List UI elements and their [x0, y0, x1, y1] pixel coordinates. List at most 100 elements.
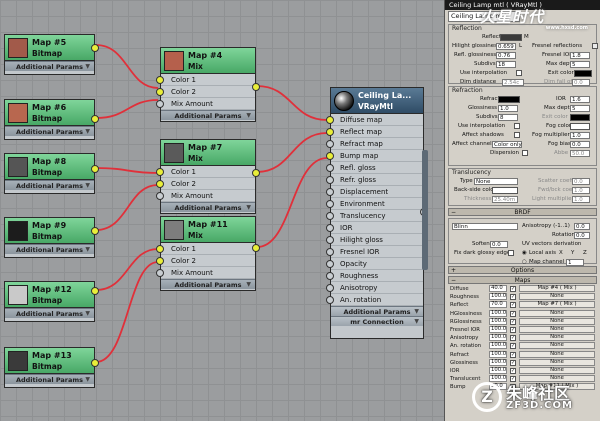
canvas-scroll-indicator[interactable] — [422, 150, 428, 270]
additional-params-rollout[interactable]: Additional Params ▼ — [5, 308, 94, 318]
additional-params-rollout[interactable]: Additional Params ▼ — [5, 180, 94, 190]
input-color2[interactable]: Color 2 — [156, 86, 255, 98]
input-mix-amount[interactable]: Mix Amount — [156, 190, 255, 202]
input-color1[interactable]: Color 1 — [156, 243, 255, 255]
map-amount-spinner[interactable]: 100.0 — [489, 309, 507, 317]
refr-glossiness-spinner[interactable]: 1.0 — [498, 105, 518, 112]
map-enable-checkbox[interactable]: ✓ — [510, 294, 516, 301]
brdf-type-dropdown[interactable]: Blinn — [452, 223, 518, 230]
map-slot-button[interactable]: None — [519, 358, 595, 366]
additional-params-rollout[interactable]: Additional Params ▼ — [5, 126, 94, 136]
refr-subdivs-spinner[interactable]: 8 — [498, 114, 518, 121]
map-slot-button[interactable]: Map #7 ( Mix ) — [519, 301, 595, 309]
input-mix-amount[interactable]: Mix Amount — [156, 267, 255, 279]
affect-channels-dropdown[interactable]: Color only — [492, 141, 522, 148]
fwd-bck-coeff-spinner[interactable]: 1.0 — [572, 187, 590, 194]
refr-max-depth-spinner[interactable]: 5 — [570, 105, 590, 112]
map-enable-checkbox[interactable]: ✓ — [510, 367, 516, 374]
map-enable-checkbox[interactable]: ✓ — [510, 359, 516, 366]
axis-y-button[interactable]: Y — [571, 249, 574, 258]
hilight-glossiness-spinner[interactable]: 0.659 — [496, 43, 516, 50]
map-slot-button[interactable]: None — [519, 325, 595, 333]
input-socket[interactable] — [156, 168, 164, 176]
thickness-spinner[interactable]: 25.40m — [492, 196, 518, 203]
node-editor-canvas[interactable]: Map #5 Bitmap Additional Params ▼ Map #6 … — [0, 0, 444, 421]
slot-refr-gloss[interactable]: Refr. gloss — [326, 174, 423, 186]
input-socket[interactable] — [156, 180, 164, 188]
map-amount-spinner[interactable]: 100.0 — [489, 350, 507, 358]
input-color1[interactable]: Color 1 — [156, 166, 255, 178]
slot-ior[interactable]: IOR — [326, 222, 423, 234]
dim-falloff-spinner[interactable]: 0.0 — [572, 79, 590, 86]
scatter-coeff-spinner[interactable]: 0.0 — [572, 178, 590, 185]
input-socket[interactable] — [326, 248, 334, 256]
mix-node-map4[interactable]: Map #4 Mix Color 1 Color 2 Mix Amount Ad… — [156, 47, 260, 122]
slot-fresnel-ior[interactable]: Fresnel IOR — [326, 246, 423, 258]
output-socket[interactable] — [91, 359, 99, 367]
input-socket[interactable] — [326, 236, 334, 244]
backside-color-swatch[interactable] — [492, 187, 518, 194]
input-socket[interactable] — [156, 269, 164, 277]
input-socket[interactable] — [156, 192, 164, 200]
reflect-color-swatch[interactable] — [500, 34, 522, 41]
bitmap-node-map6[interactable]: Map #6 Bitmap Additional Params ▼ — [4, 99, 99, 140]
input-socket[interactable] — [326, 152, 334, 160]
refract-color-swatch[interactable] — [498, 96, 520, 103]
output-socket[interactable] — [252, 83, 260, 91]
additional-params-rollout[interactable]: Additional Params ▼ — [5, 374, 94, 384]
input-socket[interactable] — [326, 212, 334, 220]
map-channel-spinner[interactable]: 1 — [566, 259, 584, 266]
input-color2[interactable]: Color 2 — [156, 178, 255, 190]
slot-diffuse-map[interactable]: Diffuse map — [326, 114, 423, 126]
input-socket[interactable] — [156, 76, 164, 84]
map-enable-checkbox[interactable]: ✓ — [510, 318, 516, 325]
input-mix-amount[interactable]: Mix Amount — [156, 98, 255, 110]
output-socket[interactable] — [252, 169, 260, 177]
fog-bias-spinner[interactable]: 0.0 — [570, 141, 590, 148]
output-socket[interactable] — [252, 244, 260, 252]
map-amount-spinner[interactable]: 100.0 — [489, 334, 507, 342]
exit-color-swatch[interactable] — [574, 70, 592, 77]
map-enable-checkbox[interactable]: ✓ — [510, 302, 516, 309]
fix-dark-edges-checkbox[interactable] — [508, 250, 514, 256]
output-socket[interactable] — [91, 44, 99, 52]
map-amount-spinner[interactable]: 100.0 — [489, 317, 507, 325]
bitmap-node-map5[interactable]: Map #5 Bitmap Additional Params ▼ — [4, 34, 99, 75]
slot-refract-map[interactable]: Refract map — [326, 138, 423, 150]
affect-shadows-checkbox[interactable] — [514, 132, 520, 138]
additional-params-rollout[interactable]: Additional Params ▼ — [161, 202, 255, 212]
additional-params-rollout[interactable]: Additional Params ▼ — [161, 279, 255, 289]
light-multiplier-spinner[interactable]: 1.0 — [572, 196, 590, 203]
output-socket[interactable] — [91, 287, 99, 295]
map-slot-button[interactable]: Map #4 ( Mix ) — [519, 285, 595, 292]
map-amount-spinner[interactable]: 100.0 — [489, 342, 507, 350]
refr-use-interpolation-checkbox[interactable] — [514, 123, 520, 129]
map-amount-spinner[interactable]: 100.0 — [489, 325, 507, 333]
max-depth-spinner[interactable]: 5 — [570, 61, 590, 68]
slot-environment[interactable]: Environment — [326, 198, 423, 210]
mix-node-map7[interactable]: Map #7 Mix Color 1 Color 2 Mix Amount Ad… — [156, 139, 260, 214]
map-slot-button[interactable]: None — [519, 366, 595, 374]
subdivs-spinner[interactable]: 18 — [496, 61, 516, 68]
map-amount-spinner[interactable]: 100.0 — [489, 293, 507, 301]
slot-translucency[interactable]: Translucency — [326, 210, 423, 222]
additional-params-rollout[interactable]: Additional Params ▼ — [5, 61, 94, 71]
lock-button[interactable]: L — [519, 42, 522, 51]
input-socket[interactable] — [326, 188, 334, 196]
brdf-rollout[interactable]: − BRDF — [448, 208, 597, 216]
slot-opacity[interactable]: Opacity — [326, 258, 423, 270]
additional-params-rollout[interactable]: Additional Params ▼ — [5, 244, 94, 254]
axis-x-button[interactable]: X — [559, 249, 563, 258]
output-socket[interactable] — [91, 227, 99, 235]
local-axis-radio-icon[interactable]: ◉ — [522, 249, 527, 258]
map-enable-checkbox[interactable]: ✓ — [510, 310, 516, 317]
refr-exit-color-swatch[interactable] — [570, 114, 590, 121]
input-socket[interactable] — [156, 257, 164, 265]
output-socket[interactable] — [91, 115, 99, 123]
input-socket[interactable] — [326, 116, 334, 124]
map-slot-button[interactable]: None — [519, 293, 595, 301]
map-enable-checkbox[interactable]: ✓ — [510, 343, 516, 350]
input-color2[interactable]: Color 2 — [156, 255, 255, 267]
input-socket[interactable] — [326, 284, 334, 292]
input-socket[interactable] — [326, 260, 334, 268]
